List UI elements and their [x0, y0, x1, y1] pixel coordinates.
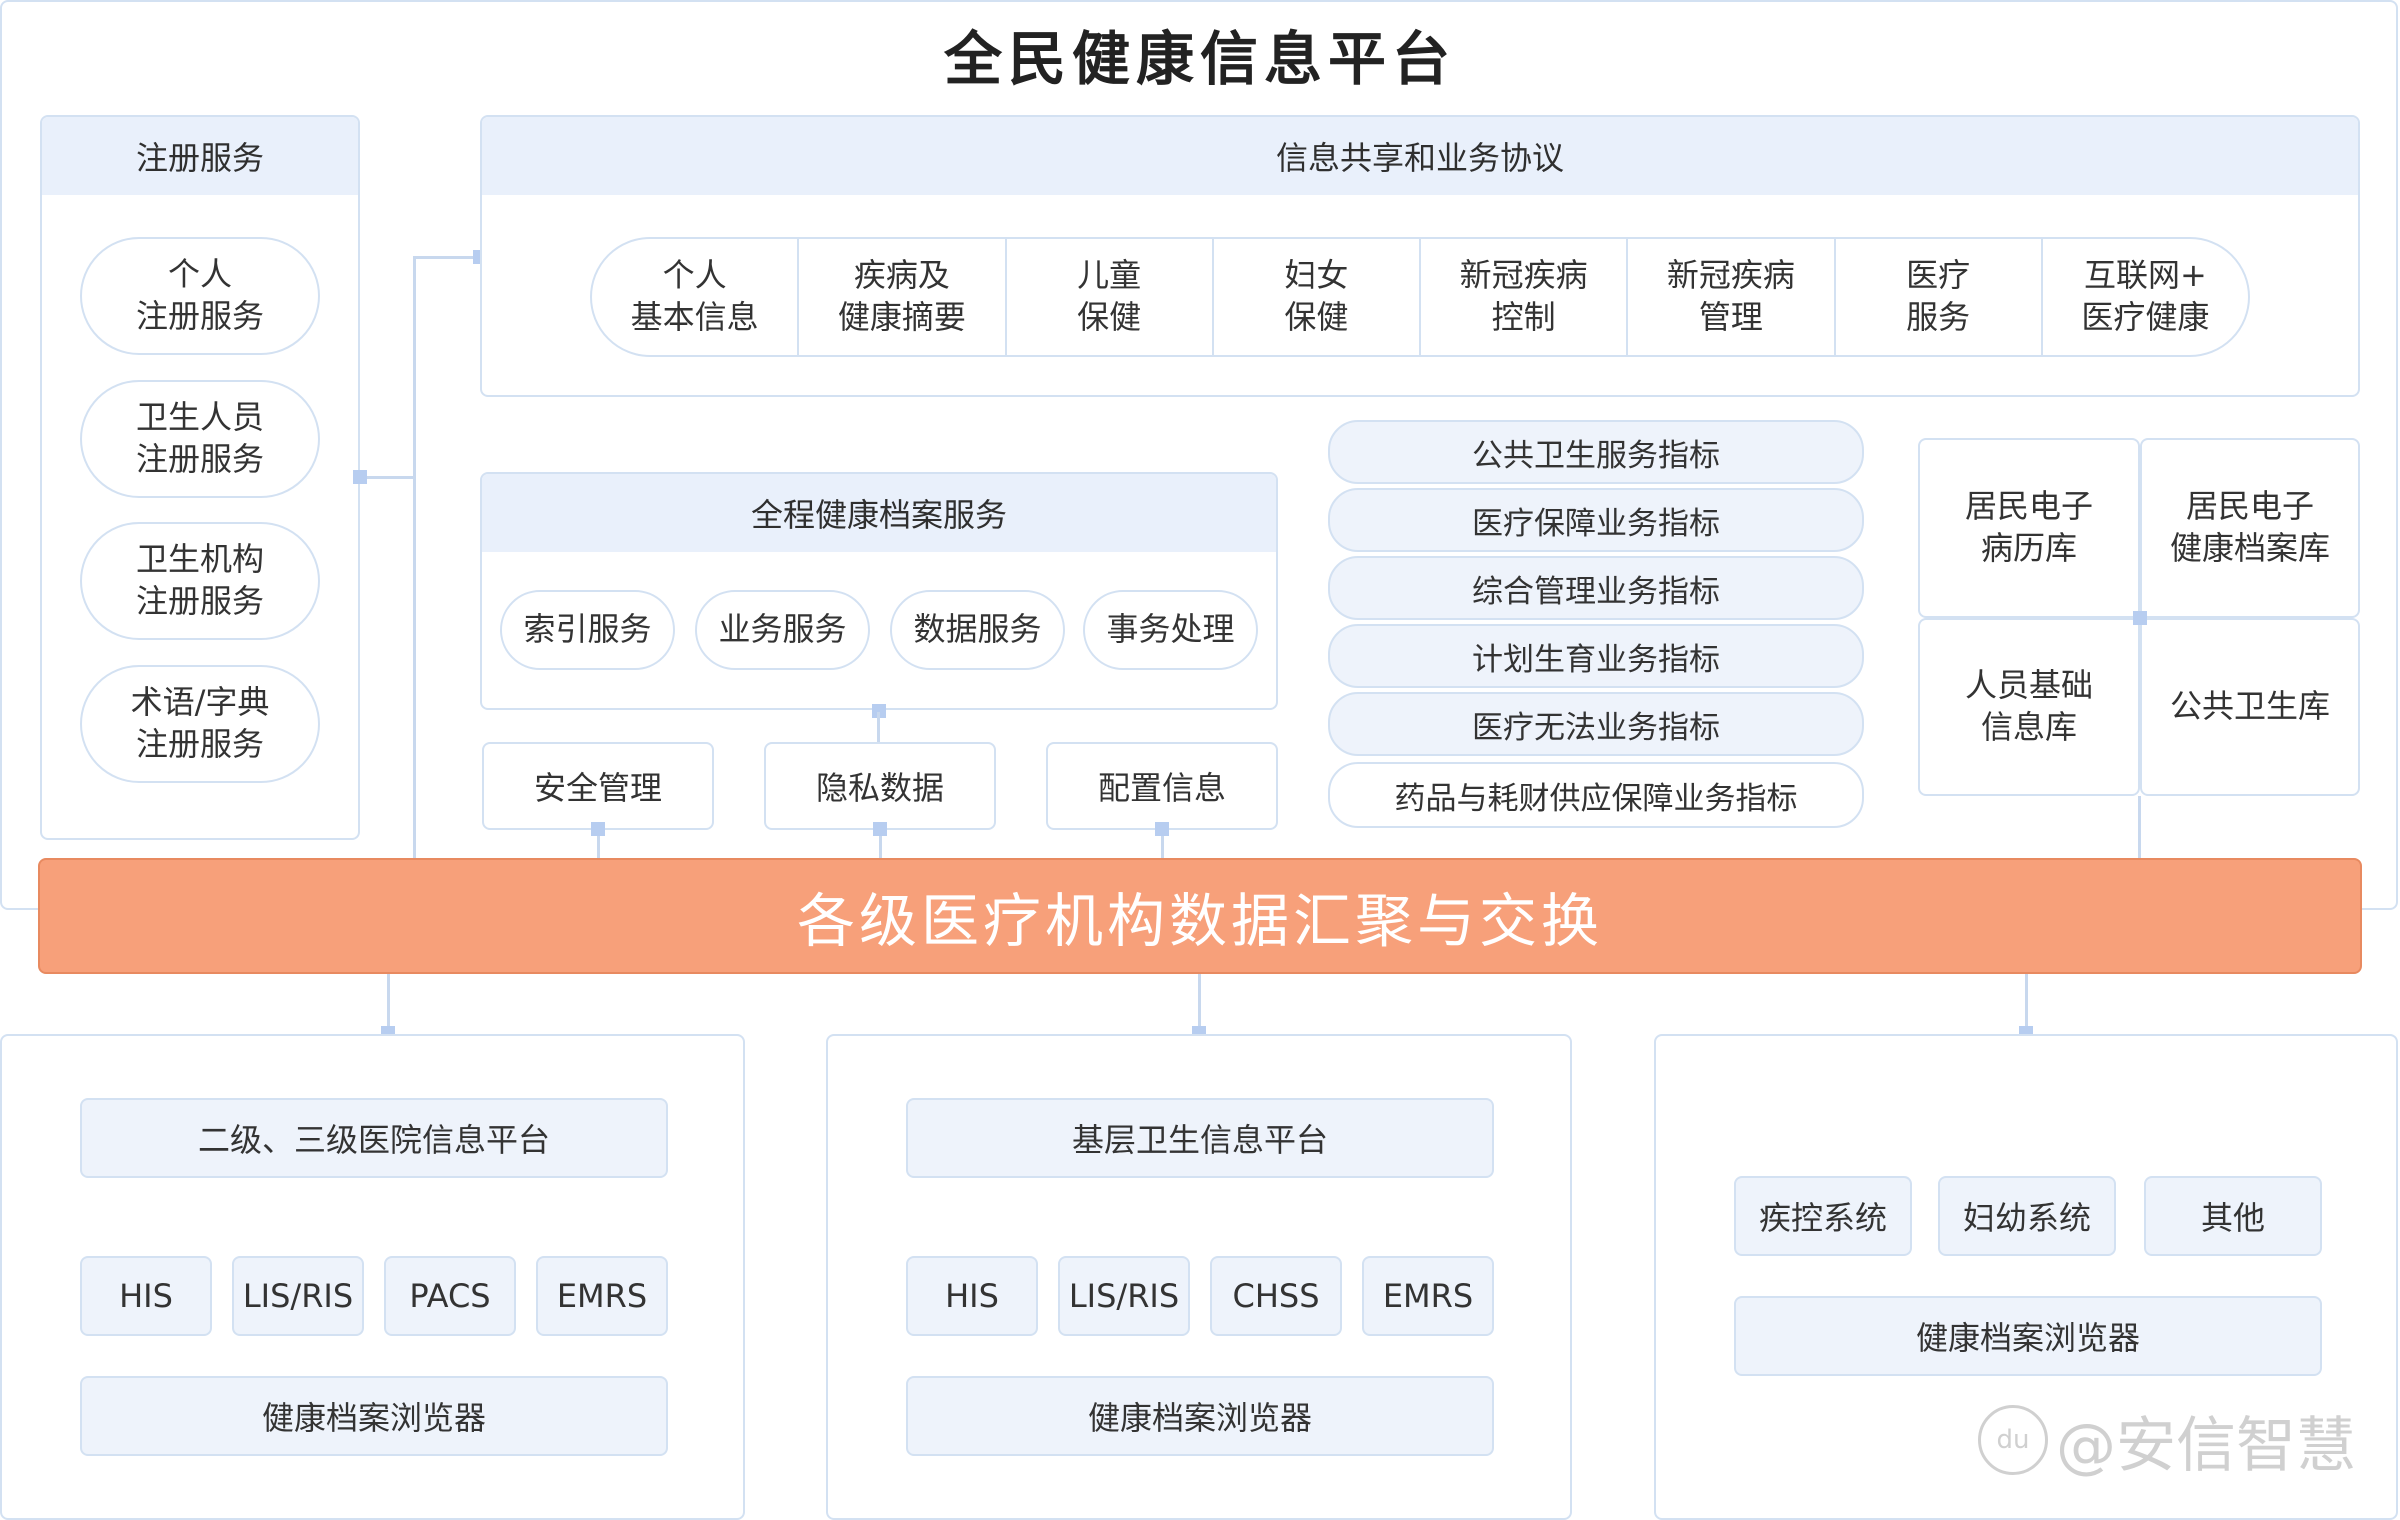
records-item-data[interactable]: 数据服务 — [890, 590, 1065, 670]
hospital-system-pacs[interactable]: PACS — [384, 1256, 516, 1336]
indicator-drug-supply[interactable]: 药品与耗财供应保障业务指标 — [1328, 762, 1864, 828]
connector — [2138, 796, 2141, 860]
registration-item-health-staff[interactable]: 卫生人员 注册服务 — [80, 380, 320, 498]
system-other[interactable]: 其他 — [2144, 1176, 2322, 1256]
system-disease-control[interactable]: 疾控系统 — [1734, 1176, 1912, 1256]
connector — [360, 476, 415, 479]
connector — [877, 712, 880, 742]
db-personnel-info[interactable]: 人员基础 信息库 — [1918, 618, 2140, 796]
indicator-general-management[interactable]: 综合管理业务指标 — [1328, 556, 1864, 620]
hospital-system-his[interactable]: HIS — [80, 1256, 212, 1336]
primary-system-his[interactable]: HIS — [906, 1256, 1038, 1336]
registration-header: 注册服务 — [42, 117, 358, 195]
hospital-system-emrs[interactable]: EMRS — [536, 1256, 668, 1336]
connector — [2025, 974, 2028, 1034]
db-public-health[interactable]: 公共卫生库 — [2140, 618, 2360, 796]
sharing-item-covid-control[interactable]: 新冠疾病 控制 — [1421, 239, 1629, 355]
hospital-system-lis-ris[interactable]: LIS/RIS — [232, 1256, 364, 1336]
sharing-item-disease-summary[interactable]: 疾病及 健康摘要 — [799, 239, 1007, 355]
registration-item-personal[interactable]: 个人 注册服务 — [80, 237, 320, 355]
connector — [1198, 974, 1201, 1034]
primary-system-lis-ris[interactable]: LIS/RIS — [1058, 1256, 1190, 1336]
primary-system-emrs[interactable]: EMRS — [1362, 1256, 1494, 1336]
registration-item-terminology[interactable]: 术语/字典 注册服务 — [80, 665, 320, 783]
primary-health-browser[interactable]: 健康档案浏览器 — [906, 1376, 1494, 1456]
connector-node — [2133, 611, 2147, 625]
indicator-family-planning[interactable]: 计划生育业务指标 — [1328, 624, 1864, 688]
connector-node — [591, 822, 605, 836]
privacy-data-box[interactable]: 隐私数据 — [764, 742, 996, 830]
sharing-item-women-care[interactable]: 妇女 保健 — [1214, 239, 1421, 355]
public-health-browser[interactable]: 健康档案浏览器 — [1734, 1296, 2322, 1376]
sharing-header: 信息共享和业务协议 — [482, 117, 2358, 195]
indicator-public-health[interactable]: 公共卫生服务指标 — [1328, 420, 1864, 484]
indicator-medical-law[interactable]: 医疗无法业务指标 — [1328, 692, 1864, 756]
sharing-item-child-care[interactable]: 儿童 保健 — [1007, 239, 1214, 355]
watermark: du @安信智慧 — [1978, 1400, 2378, 1481]
connector — [387, 974, 390, 1034]
db-electronic-medical-record[interactable]: 居民电子 病历库 — [1918, 438, 2140, 618]
primary-system-chss[interactable]: CHSS — [1210, 1256, 1342, 1336]
records-item-business[interactable]: 业务服务 — [695, 590, 870, 670]
db-health-archive[interactable]: 居民电子 健康档案库 — [2140, 438, 2360, 618]
paw-icon: du — [1978, 1405, 2048, 1475]
primary-platform-header[interactable]: 基层卫生信息平台 — [906, 1098, 1494, 1178]
system-maternal-child[interactable]: 妇幼系统 — [1938, 1176, 2116, 1256]
hospital-health-browser[interactable]: 健康档案浏览器 — [80, 1376, 668, 1456]
sharing-item-covid-management[interactable]: 新冠疾病 管理 — [1628, 239, 1836, 355]
connector-node — [1155, 822, 1169, 836]
sharing-item-internet-health[interactable]: 互联网+ 医疗健康 — [2043, 239, 2248, 355]
config-info-box[interactable]: 配置信息 — [1046, 742, 1278, 830]
sharing-item-basic-info[interactable]: 个人 基本信息 — [592, 239, 800, 355]
sharing-item-medical-service[interactable]: 医疗 服务 — [1836, 239, 2043, 355]
connector-node — [353, 470, 367, 484]
watermark-text: @安信智慧 — [2056, 1410, 2356, 1481]
connector-node — [873, 822, 887, 836]
page-title: 全民健康信息平台 — [943, 25, 1456, 93]
records-header: 全程健康档案服务 — [482, 474, 1276, 552]
hospital-platform-header[interactable]: 二级、三级医院信息平台 — [80, 1098, 668, 1178]
indicator-medical-insurance[interactable]: 医疗保障业务指标 — [1328, 488, 1864, 552]
records-item-index[interactable]: 索引服务 — [500, 590, 675, 670]
data-exchange-band: 各级医疗机构数据汇聚与交换 — [38, 858, 2362, 974]
registration-item-institution[interactable]: 卫生机构 注册服务 — [80, 522, 320, 640]
connector — [413, 256, 416, 860]
records-item-transaction[interactable]: 事务处理 — [1083, 590, 1258, 670]
sharing-strip: 个人 基本信息 疾病及 健康摘要 儿童 保健 妇女 保健 新冠疾病 控制 新冠疾… — [590, 237, 2250, 357]
security-management-box[interactable]: 安全管理 — [482, 742, 714, 830]
